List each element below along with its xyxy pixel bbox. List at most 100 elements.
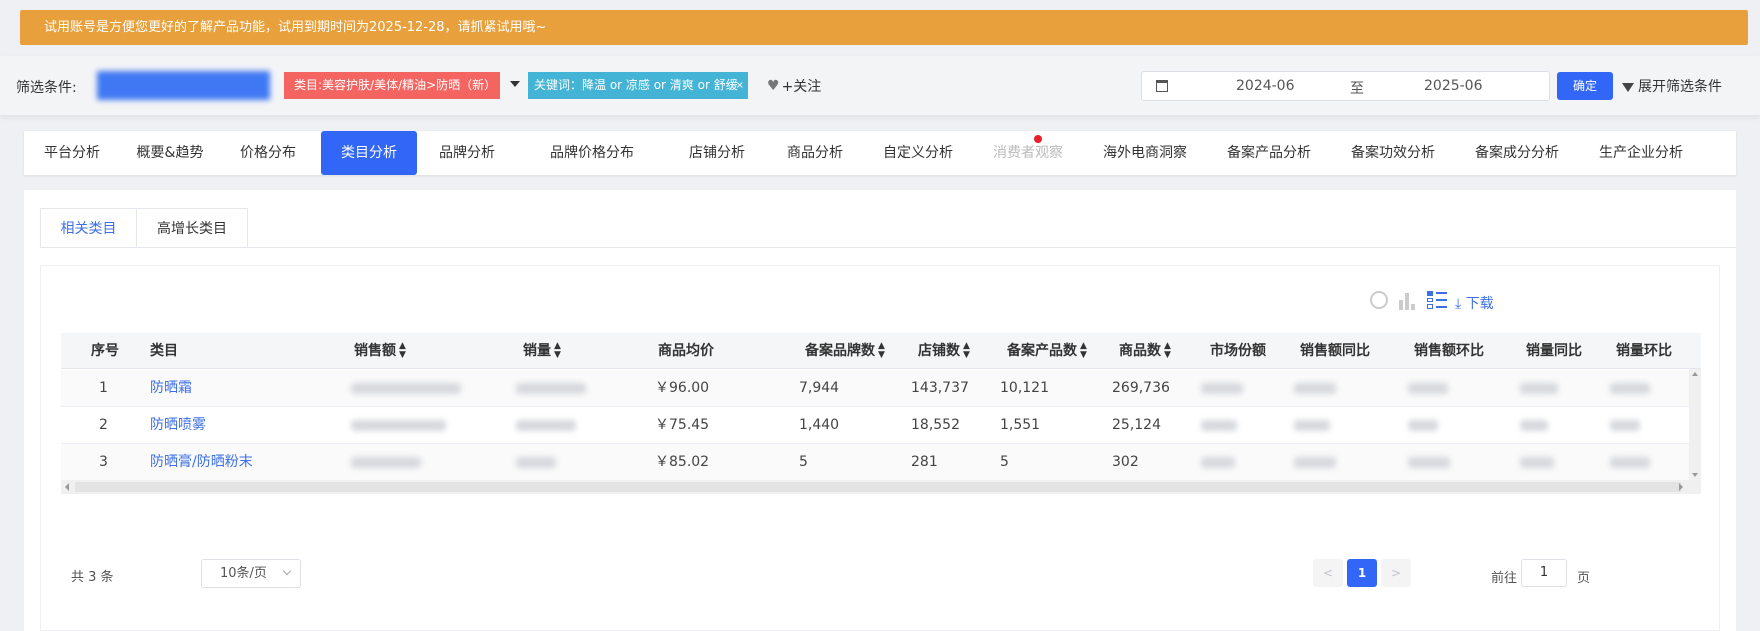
expand-filters-button[interactable]: 展开筛选条件 bbox=[1622, 76, 1722, 96]
cell-avg-price: ￥75.45 bbox=[655, 417, 710, 433]
sort-icon: ▲ ▼ bbox=[1164, 341, 1171, 360]
download-button[interactable]: ⤓ 下载 bbox=[1455, 293, 1494, 313]
cell-filed-brands: 1,440 bbox=[799, 417, 840, 433]
date-end[interactable]: 2025-06 bbox=[1424, 78, 1483, 94]
close-icon[interactable]: × bbox=[736, 72, 744, 99]
cell-avg-price: ￥96.00 bbox=[655, 380, 710, 396]
col-shops[interactable]: 店铺数 ▲ ▼ bbox=[918, 333, 970, 369]
subtab-related-category[interactable]: 相关类目 bbox=[40, 208, 137, 248]
tab-consumer-insight[interactable]: 消费者观察 bbox=[973, 131, 1083, 175]
cell-filed-brands: 7,944 bbox=[799, 380, 840, 396]
scroll-left-icon bbox=[65, 483, 69, 491]
cell-avg-price: ￥85.02 bbox=[655, 454, 710, 470]
cell-blurred bbox=[1408, 383, 1448, 394]
cell-category-link[interactable]: 防晒霜 bbox=[150, 370, 192, 407]
download-icon: ⤓ bbox=[1455, 296, 1462, 312]
keyword-filter-chip[interactable]: 关键词：降温 or 凉感 or 清爽 or 舒缓 × bbox=[528, 72, 748, 99]
tab-filing-ingredient[interactable]: 备案成分分析 bbox=[1455, 131, 1579, 175]
tab-category-analysis[interactable]: 类目分析 bbox=[321, 131, 417, 175]
tab-manufacturer[interactable]: 生产企业分析 bbox=[1579, 131, 1703, 175]
tab-price-distribution[interactable]: 价格分布 bbox=[220, 131, 316, 175]
cell-items: 269,736 bbox=[1112, 380, 1170, 396]
tab-custom-analysis[interactable]: 自定义分析 bbox=[863, 131, 973, 175]
cell-category-link[interactable]: 防晒膏/防晒粉末 bbox=[150, 444, 253, 481]
goto-page-input[interactable]: 1 bbox=[1521, 559, 1567, 587]
cell-shops: 143,737 bbox=[911, 380, 969, 396]
sort-icon: ▲ ▼ bbox=[963, 341, 970, 360]
date-start[interactable]: 2024-06 bbox=[1236, 78, 1295, 94]
col-category: 类目 bbox=[150, 343, 178, 359]
platform-chip-blurred[interactable] bbox=[97, 71, 270, 100]
cell-blurred bbox=[1610, 457, 1650, 468]
col-filed-brands[interactable]: 备案品牌数 ▲ ▼ bbox=[805, 333, 885, 369]
subtab-divider bbox=[40, 247, 1736, 248]
next-page-button[interactable]: > bbox=[1381, 559, 1411, 587]
cell-shops: 281 bbox=[911, 454, 938, 470]
filter-label: 筛选条件: bbox=[16, 80, 77, 96]
bar-chart-icon[interactable] bbox=[1398, 292, 1416, 310]
trial-banner: 试用账号是方便您更好的了解产品功能，试用到期时间为2025-12-28，请抓紧试… bbox=[20, 10, 1748, 45]
pie-chart-icon[interactable] bbox=[1370, 291, 1388, 309]
cell-blurred bbox=[1520, 420, 1548, 431]
cell-blurred bbox=[1408, 420, 1438, 431]
horizontal-scrollbar[interactable] bbox=[61, 480, 1701, 494]
tab-filing-product[interactable]: 备案产品分析 bbox=[1207, 131, 1331, 175]
col-sales-volume[interactable]: 销量 ▲ ▼ bbox=[523, 333, 561, 369]
analysis-tabs: 平台分析 概要&趋势 价格分布 类目分析 品牌分析 品牌价格分布 店铺分析 商品… bbox=[24, 131, 1736, 175]
table-row: 1 防晒霜 ￥96.00 7,944 143,737 10,121 269,73… bbox=[61, 370, 1701, 407]
cell-blurred bbox=[516, 457, 556, 468]
col-items[interactable]: 商品数 ▲ ▼ bbox=[1119, 333, 1171, 369]
cell-items: 302 bbox=[1112, 454, 1139, 470]
expand-filters-label: 展开筛选条件 bbox=[1638, 79, 1722, 95]
filter-bar: 筛选条件: 类目:美容护肤/美体/精油>防晒（新） 关键词：降温 or 凉感 o… bbox=[0, 56, 1760, 116]
cell-blurred bbox=[1294, 457, 1336, 468]
cell-blurred bbox=[516, 420, 576, 431]
sort-icon: ▲ ▼ bbox=[1080, 341, 1087, 360]
col-sales-mom: 销售额环比 bbox=[1414, 343, 1484, 359]
calendar-icon bbox=[1156, 80, 1168, 92]
date-range-picker[interactable]: 2024-06 至 2025-06 bbox=[1141, 71, 1550, 101]
cell-filed-products: 10,121 bbox=[1000, 380, 1049, 396]
col-sales-yoy: 销售额同比 bbox=[1300, 343, 1370, 359]
sort-icon: ▲ ▼ bbox=[554, 341, 561, 360]
subtab-high-growth-category[interactable]: 高增长类目 bbox=[136, 208, 248, 248]
tab-overseas-ecommerce[interactable]: 海外电商洞察 bbox=[1083, 131, 1207, 175]
total-count: 共 3 条 bbox=[71, 570, 114, 585]
cell-blurred bbox=[1520, 457, 1554, 468]
cell-blurred bbox=[351, 420, 446, 431]
follow-button[interactable]: ♥ +关注 bbox=[767, 76, 821, 96]
prev-page-button[interactable]: < bbox=[1313, 559, 1343, 587]
page-size-value: 10条/页 bbox=[220, 566, 267, 581]
confirm-button[interactable]: 确定 bbox=[1557, 72, 1613, 100]
tab-filing-efficacy[interactable]: 备案功效分析 bbox=[1331, 131, 1455, 175]
cell-blurred bbox=[351, 383, 461, 394]
follow-label: +关注 bbox=[781, 79, 822, 95]
caret-down-icon[interactable] bbox=[510, 81, 520, 87]
cell-filed-products: 5 bbox=[1000, 454, 1009, 470]
col-filed-products[interactable]: 备案产品数 ▲ ▼ bbox=[1007, 333, 1087, 369]
content-panel: 相关类目 高增长类目 ⤓ 下载 序号 类目 销售额 ▲ ▼ 销量 ▲ ▼ 商品均价 备案… bbox=[24, 190, 1736, 631]
tab-brand-price-distribution[interactable]: 品牌价格分布 bbox=[517, 131, 667, 175]
col-sales-amount[interactable]: 销售额 ▲ ▼ bbox=[354, 333, 406, 369]
heart-icon: ♥ bbox=[767, 78, 780, 94]
tab-product-analysis[interactable]: 商品分析 bbox=[767, 131, 863, 175]
category-filter-chip[interactable]: 类目:美容护肤/美体/精油>防晒（新） bbox=[284, 72, 500, 99]
cell-blurred bbox=[1201, 457, 1235, 468]
table-card: ⤓ 下载 序号 类目 销售额 ▲ ▼ 销量 ▲ ▼ 商品均价 备案品牌数 ▲ ▼ 店铺数 ▲ ▼… bbox=[40, 265, 1720, 631]
tab-platform-analysis[interactable]: 平台分析 bbox=[24, 131, 120, 175]
col-volume-mom: 销量环比 bbox=[1616, 343, 1672, 359]
goto-suffix: 页 bbox=[1577, 571, 1591, 586]
tab-overview-trend[interactable]: 概要&趋势 bbox=[120, 131, 220, 175]
page-size-select[interactable]: 10条/页 bbox=[201, 559, 301, 588]
col-avg-price: 商品均价 bbox=[658, 343, 714, 359]
cell-category-link[interactable]: 防晒喷雾 bbox=[150, 407, 206, 444]
vertical-scrollbar[interactable] bbox=[1689, 369, 1701, 480]
cell-blurred bbox=[516, 383, 586, 394]
download-label: 下载 bbox=[1465, 296, 1494, 312]
tab-shop-analysis[interactable]: 店铺分析 bbox=[667, 131, 767, 175]
table-row: 3 防晒膏/防晒粉末 ￥85.02 5 281 5 302 bbox=[61, 444, 1701, 481]
page-number-button[interactable]: 1 bbox=[1347, 559, 1377, 587]
tab-brand-analysis[interactable]: 品牌分析 bbox=[417, 131, 517, 175]
filter-icon bbox=[1622, 82, 1634, 92]
table-view-icon[interactable] bbox=[1427, 291, 1447, 309]
